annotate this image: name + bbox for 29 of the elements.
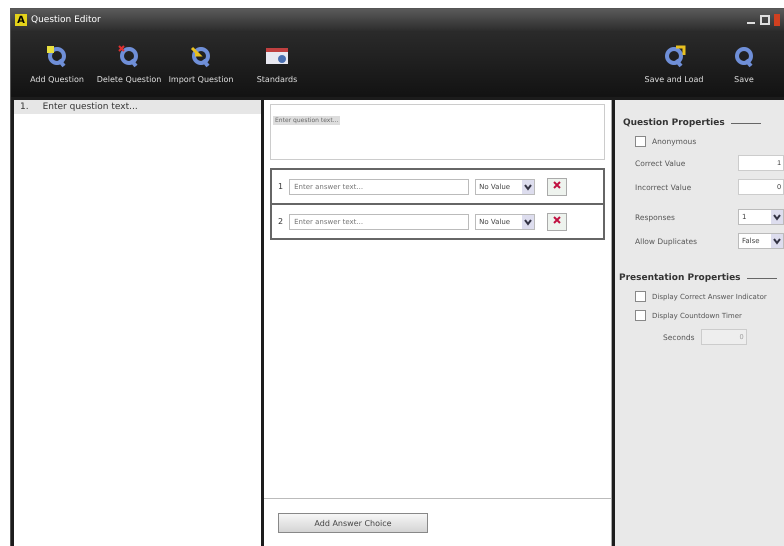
- caret-icon: [522, 214, 534, 228]
- toolbar-button[interactable]: Save and Load: [634, 44, 714, 84]
- checkbox[interactable]: [635, 291, 646, 302]
- answer-number: 2: [278, 217, 284, 226]
- toolbar-button[interactable]: Delete Question: [93, 44, 165, 84]
- delete-answer-button[interactable]: [547, 212, 568, 230]
- checkbox[interactable]: [635, 310, 646, 321]
- toolbar-button[interactable]: Standards: [237, 44, 317, 84]
- import-question-icon: [189, 44, 213, 68]
- caret-icon: [522, 180, 534, 194]
- window-title: Question Editor: [31, 15, 102, 25]
- save-icon: [732, 44, 756, 68]
- delete-question-icon: [117, 44, 141, 68]
- toolbar-button[interactable]: Add Question: [21, 44, 93, 84]
- close-icon: [553, 216, 562, 224]
- maximize-icon[interactable]: [760, 15, 770, 25]
- save-load-icon: [662, 44, 686, 68]
- question-item[interactable]: 1. Enter question text...: [14, 100, 261, 114]
- checkbox[interactable]: [635, 136, 646, 147]
- toolbar-button[interactable]: Import Question: [165, 44, 237, 84]
- app-logo: A: [15, 14, 27, 26]
- answer-number: 1: [278, 182, 284, 191]
- add-question-icon: [45, 44, 69, 68]
- add-answer-button[interactable]: Add Answer Choice: [278, 513, 428, 533]
- section-heading: Question Properties: [623, 118, 725, 128]
- toolbar-button[interactable]: Save: [714, 44, 774, 84]
- section-heading: Presentation Properties: [619, 273, 741, 283]
- close-icon: [553, 181, 562, 189]
- delete-answer-button[interactable]: [547, 178, 568, 196]
